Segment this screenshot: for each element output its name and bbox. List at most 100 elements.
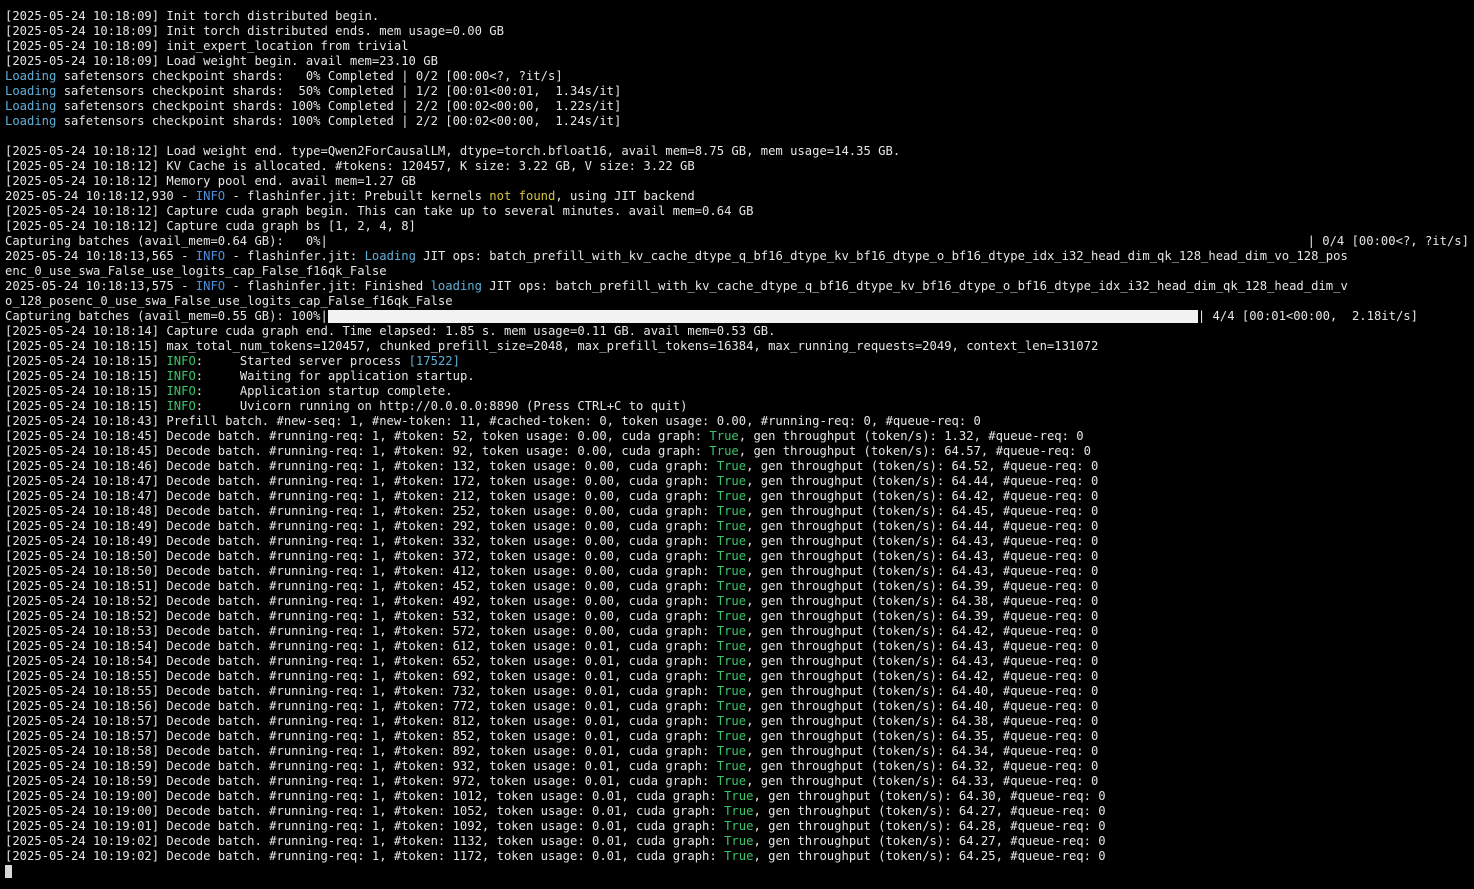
log-text: safetensors checkpoint shards: 50% Compl… bbox=[56, 84, 622, 98]
log-text: [2025-05-24 10:18:49] Decode batch. #run… bbox=[5, 519, 717, 533]
log-text: 2025-05-24 10:18:12,930 - bbox=[5, 189, 196, 203]
log-text: - flashinfer.jit: Finished bbox=[225, 279, 431, 293]
log-highlight: loading bbox=[430, 279, 482, 293]
log-text: , gen throughput (token/s): 64.43, #queu… bbox=[746, 639, 1099, 653]
log-line: [2025-05-24 10:18:15] INFO: Started serv… bbox=[5, 354, 1474, 369]
log-text: , gen throughput (token/s): 64.27, #queu… bbox=[753, 834, 1106, 848]
log-highlight: Loading bbox=[364, 249, 416, 263]
log-text: [2025-05-24 10:19:01] Decode batch. #run… bbox=[5, 819, 725, 833]
log-text: , gen throughput (token/s): 64.39, #queu… bbox=[746, 579, 1099, 593]
progress-line: Capturing batches (avail_mem=0.64 GB): 0… bbox=[5, 234, 1474, 249]
log-highlight: True bbox=[716, 459, 747, 473]
log-text: [2025-05-24 10:18:54] Decode batch. #run… bbox=[5, 639, 717, 653]
log-line: [2025-05-24 10:18:53] Decode batch. #run… bbox=[5, 624, 1474, 639]
log-line: [2025-05-24 10:18:59] Decode batch. #run… bbox=[5, 774, 1474, 789]
log-line: [2025-05-24 10:18:55] Decode batch. #run… bbox=[5, 684, 1474, 699]
log-text: [2025-05-24 10:18:15] max_total_num_toke… bbox=[5, 339, 1099, 353]
log-line: [2025-05-24 10:18:09] Init torch distrib… bbox=[5, 24, 1474, 39]
log-highlight: True bbox=[724, 834, 754, 848]
log-text: [2025-05-24 10:18:14] Capture cuda graph… bbox=[5, 324, 776, 338]
log-highlight: True bbox=[716, 474, 747, 488]
log-highlight: True bbox=[709, 429, 739, 443]
log-line: [2025-05-24 10:18:14] Capture cuda graph… bbox=[5, 324, 1474, 339]
log-highlight: True bbox=[716, 624, 747, 638]
log-highlight: True bbox=[716, 699, 747, 713]
log-text: [2025-05-24 10:18:53] Decode batch. #run… bbox=[5, 624, 717, 638]
log-text: [2025-05-24 10:18:51] Decode batch. #run… bbox=[5, 579, 717, 593]
log-line: [2025-05-24 10:18:49] Decode batch. #run… bbox=[5, 519, 1474, 534]
prompt-line bbox=[5, 864, 1474, 879]
log-text: , gen throughput (token/s): 64.30, #queu… bbox=[753, 789, 1106, 803]
log-line: [2025-05-24 10:18:58] Decode batch. #run… bbox=[5, 744, 1474, 759]
log-line: [2025-05-24 10:18:12] Load weight end. t… bbox=[5, 144, 1474, 159]
log-text: [2025-05-24 10:18:52] Decode batch. #run… bbox=[5, 609, 717, 623]
log-text: [2025-05-24 10:18:47] Decode batch. #run… bbox=[5, 474, 717, 488]
log-text: [2025-05-24 10:18:12] Capture cuda graph… bbox=[5, 219, 416, 233]
progress-label: Capturing batches (avail_mem=0.64 GB): 0… bbox=[5, 234, 328, 248]
log-line: [2025-05-24 10:18:15] INFO: Uvicorn runn… bbox=[5, 399, 1474, 414]
log-text: [2025-05-24 10:18:46] Decode batch. #run… bbox=[5, 459, 717, 473]
log-text: [2025-05-24 10:18:57] Decode batch. #run… bbox=[5, 714, 717, 728]
log-text: [2025-05-24 10:18:52] Decode batch. #run… bbox=[5, 594, 717, 608]
log-text: [2025-05-24 10:18:50] Decode batch. #run… bbox=[5, 549, 717, 563]
cursor-block bbox=[5, 865, 12, 878]
log-highlight: True bbox=[716, 609, 747, 623]
log-line: [2025-05-24 10:19:02] Decode batch. #run… bbox=[5, 834, 1474, 849]
log-text: [2025-05-24 10:18:55] Decode batch. #run… bbox=[5, 684, 717, 698]
log-text: - flashinfer.jit: bbox=[225, 249, 365, 263]
log-highlight: Loading bbox=[5, 69, 57, 83]
log-text: , gen throughput (token/s): 64.43, #queu… bbox=[746, 534, 1099, 548]
log-text: , gen throughput (token/s): 64.42, #queu… bbox=[746, 489, 1099, 503]
log-highlight: True bbox=[716, 519, 747, 533]
log-highlight: True bbox=[709, 444, 739, 458]
log-highlight: True bbox=[724, 804, 754, 818]
log-highlight: True bbox=[716, 669, 747, 683]
log-line: [2025-05-24 10:18:57] Decode batch. #run… bbox=[5, 714, 1474, 729]
log-highlight: True bbox=[716, 549, 747, 563]
log-highlight: True bbox=[716, 684, 747, 698]
log-highlight: True bbox=[716, 729, 747, 743]
log-text: , gen throughput (token/s): 64.44, #queu… bbox=[746, 519, 1099, 533]
log-text: [2025-05-24 10:19:02] Decode batch. #run… bbox=[5, 834, 725, 848]
log-line: Loading safetensors checkpoint shards: 1… bbox=[5, 99, 1474, 114]
log-line: [2025-05-24 10:18:52] Decode batch. #run… bbox=[5, 594, 1474, 609]
log-line: Loading safetensors checkpoint shards: 0… bbox=[5, 69, 1474, 84]
progress-bar bbox=[327, 310, 1198, 323]
log-text: [2025-05-24 10:18:45] Decode batch. #run… bbox=[5, 444, 710, 458]
log-highlight: True bbox=[716, 594, 747, 608]
log-line: [2025-05-24 10:18:51] Decode batch. #run… bbox=[5, 579, 1474, 594]
log-text: , gen throughput (token/s): 64.34, #queu… bbox=[746, 744, 1099, 758]
log-line: [2025-05-24 10:18:49] Decode batch. #run… bbox=[5, 534, 1474, 549]
log-highlight: True bbox=[716, 489, 747, 503]
log-text: , gen throughput (token/s): 64.38, #queu… bbox=[746, 714, 1099, 728]
log-line: [2025-05-24 10:18:09] init_expert_locati… bbox=[5, 39, 1474, 54]
log-text: , gen throughput (token/s): 64.25, #queu… bbox=[753, 849, 1106, 863]
log-highlight: Loading bbox=[5, 99, 57, 113]
log-text: [2025-05-24 10:18:59] Decode batch. #run… bbox=[5, 774, 717, 788]
log-line: [2025-05-24 10:18:09] Load weight begin.… bbox=[5, 54, 1474, 69]
terminal-output[interactable]: [2025-05-24 10:18:09] Init torch distrib… bbox=[0, 0, 1474, 889]
log-text: 2025-05-24 10:18:13,575 - bbox=[5, 279, 196, 293]
log-highlight: True bbox=[716, 504, 747, 518]
progress-status: | 0/4 [00:00<?, ?it/s] bbox=[1307, 234, 1469, 248]
log-highlight: INFO bbox=[195, 189, 226, 203]
log-text: [2025-05-24 10:18:55] Decode batch. #run… bbox=[5, 669, 717, 683]
log-text: [2025-05-24 10:19:02] Decode batch. #run… bbox=[5, 849, 725, 863]
log-highlight: True bbox=[724, 819, 754, 833]
log-line: enc_0_use_swa_False_use_logits_cap_False… bbox=[5, 264, 1474, 279]
log-line: 2025-05-24 10:18:13,575 - INFO - flashin… bbox=[5, 279, 1474, 294]
log-line: o_128_posenc_0_use_swa_False_use_logits_… bbox=[5, 294, 1474, 309]
log-text: [2025-05-24 10:18:49] Decode batch. #run… bbox=[5, 534, 717, 548]
log-highlight: True bbox=[716, 579, 747, 593]
log-text: [2025-05-24 10:18:58] Decode batch. #run… bbox=[5, 744, 717, 758]
log-line: [2025-05-24 10:18:59] Decode batch. #run… bbox=[5, 759, 1474, 774]
log-highlight: True bbox=[716, 654, 747, 668]
log-line: [2025-05-24 10:18:47] Decode batch. #run… bbox=[5, 474, 1474, 489]
log-line: [2025-05-24 10:18:47] Decode batch. #run… bbox=[5, 489, 1474, 504]
log-line: [2025-05-24 10:18:12] Memory pool end. a… bbox=[5, 174, 1474, 189]
log-text: [2025-05-24 10:18:57] Decode batch. #run… bbox=[5, 729, 717, 743]
log-highlight: INFO bbox=[166, 354, 196, 368]
log-highlight: True bbox=[716, 774, 747, 788]
log-highlight: INFO bbox=[166, 399, 196, 413]
